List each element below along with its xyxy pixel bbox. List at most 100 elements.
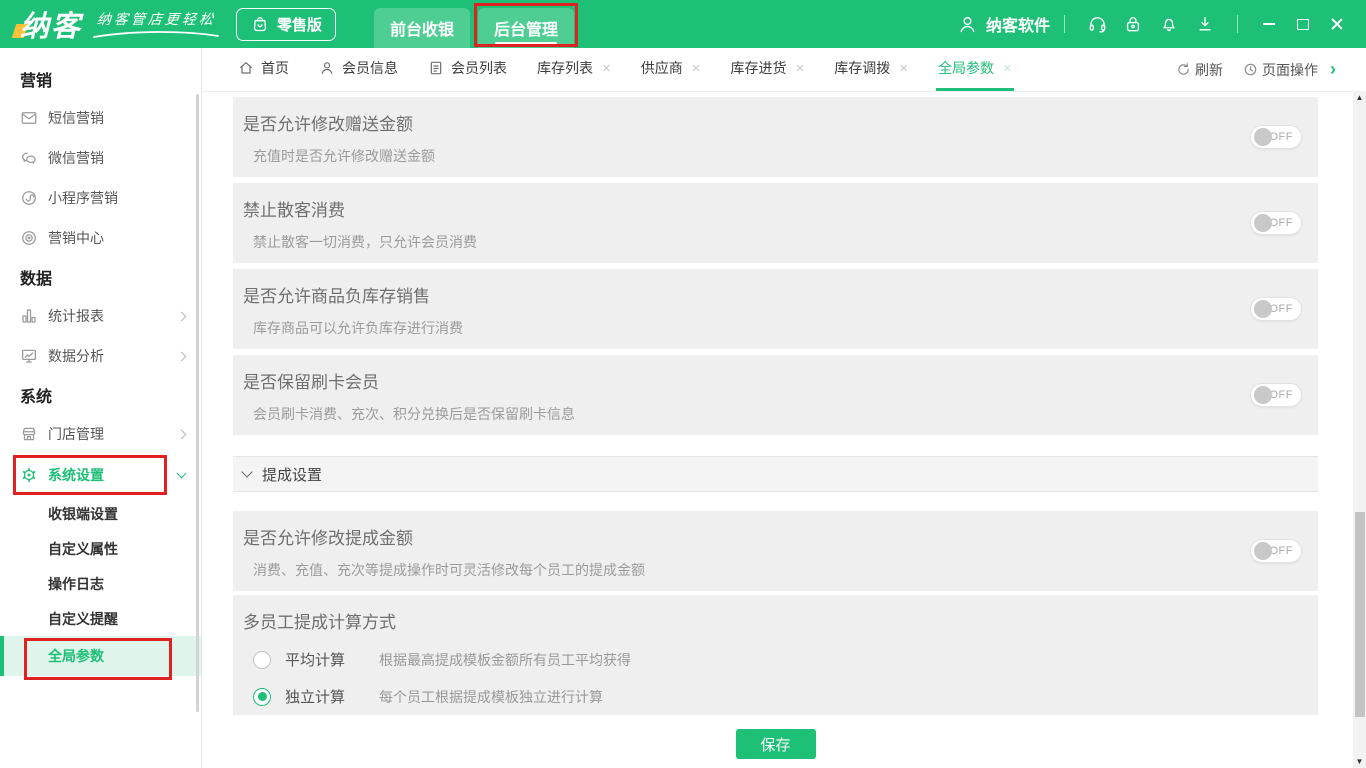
chevron-right-icon: [177, 429, 187, 439]
envelope-icon: [20, 109, 38, 127]
tab-stock-in[interactable]: 库存进货 ×: [729, 48, 807, 91]
tab-global-parameters[interactable]: 全局参数 ×: [936, 48, 1014, 91]
toggle-allow-negative-stock-sale[interactable]: OFF: [1250, 297, 1302, 321]
commission-settings-section-header[interactable]: 提成设置: [233, 456, 1318, 492]
window-maximize-button[interactable]: [1288, 9, 1318, 39]
tab-close-icon[interactable]: ×: [1003, 60, 1012, 77]
radio-label: 平均计算: [285, 649, 347, 670]
account-menu[interactable]: 纳客软件: [957, 12, 1050, 36]
chevron-right-icon: [177, 311, 187, 321]
sidebar-item-statistics-reports[interactable]: 统计报表: [0, 296, 201, 336]
header-right: 纳客软件: [957, 9, 1366, 39]
radio-button-average[interactable]: [253, 651, 271, 669]
scrollbar-thumb[interactable]: [1355, 512, 1365, 717]
tab-close-icon[interactable]: ×: [602, 60, 611, 77]
sidebar-item-data-analysis[interactable]: 数据分析: [0, 336, 201, 376]
support-headset-button[interactable]: [1082, 9, 1112, 39]
sidebar-subitem-custom-reminders[interactable]: 自定义提醒: [0, 601, 201, 636]
sidebar-section-marketing: 营销: [0, 60, 201, 98]
minimize-icon: [1263, 23, 1275, 25]
toggle-forbid-walkin-consumption[interactable]: OFF: [1250, 211, 1302, 235]
radio-button-independent[interactable]: [253, 688, 271, 706]
settings-panel: 是否允许修改赠送金额 充值时是否允许修改赠送金额 OFF 禁止散客消费 禁止散客…: [202, 92, 1366, 768]
chevron-down-icon: [177, 469, 187, 479]
toggle-state-label: OFF: [1270, 545, 1294, 557]
sidebar-item-miniprogram-marketing[interactable]: 小程序营销: [0, 178, 201, 218]
toggle-knob: [1254, 386, 1272, 404]
scroll-up-arrow-icon[interactable]: ▲: [1356, 94, 1364, 102]
page-operations-button[interactable]: 页面操作: [1243, 60, 1318, 80]
chevron-right-icon: [177, 351, 187, 361]
sidebar-scrollbar[interactable]: [196, 94, 199, 712]
toggle-state-label: OFF: [1270, 389, 1294, 401]
brand: 纳客 纳客管店更轻松: [14, 3, 220, 45]
setting-title: 是否保留刷卡会员: [243, 368, 1302, 393]
sidebar-subitem-custom-attributes[interactable]: 自定义属性: [0, 531, 201, 566]
headset-icon: [1087, 14, 1108, 35]
notifications-button[interactable]: [1154, 9, 1184, 39]
gear-icon: [20, 466, 38, 484]
toggle-state-label: OFF: [1270, 303, 1294, 315]
toggle-keep-swiped-member[interactable]: OFF: [1250, 383, 1302, 407]
sidebar-item-marketing-center[interactable]: 营销中心: [0, 218, 201, 258]
tab-close-icon[interactable]: ×: [899, 60, 908, 77]
sidebar-subitem-global-parameters[interactable]: 全局参数: [0, 636, 201, 676]
window-close-button[interactable]: [1322, 9, 1352, 39]
tab-home[interactable]: 首页: [236, 48, 291, 91]
sidebar-item-sms-marketing[interactable]: 短信营销: [0, 98, 201, 138]
sidebar-item-wechat-marketing[interactable]: 微信营销: [0, 138, 201, 178]
brand-tagline-wrap: 纳客管店更轻松: [92, 9, 220, 39]
save-button[interactable]: 保存: [736, 729, 816, 759]
account-label: 纳客软件: [986, 12, 1050, 36]
brand-tagline: 纳客管店更轻松: [95, 9, 216, 29]
sidebar-section-data: 数据: [0, 258, 201, 296]
setting-row-allow-modify-commission: 是否允许修改提成金额 消费、充值、充次等提成操作时可灵活修改每个员工的提成金额 …: [233, 511, 1318, 591]
tab-member-info[interactable]: 会员信息: [317, 48, 400, 91]
setting-description: 会员刷卡消费、充次、积分兑换后是否保留刷卡信息: [253, 404, 1302, 424]
setting-title: 是否允许商品负库存销售: [243, 282, 1302, 307]
setting-row-forbid-walkin-consumption: 禁止散客消费 禁止散客一切消费，只允许会员消费 OFF: [233, 183, 1318, 263]
tab-suppliers[interactable]: 供应商 ×: [639, 48, 703, 91]
tab-close-icon[interactable]: ×: [692, 60, 701, 77]
divider: [1237, 15, 1238, 33]
miniprogram-icon: [20, 189, 38, 207]
page-operations-icon: [1243, 62, 1258, 77]
download-button[interactable]: [1190, 9, 1220, 39]
tagline-swoosh: [92, 30, 220, 39]
radio-option-independent: 独立计算 每个员工根据提成模板独立进行计算: [253, 686, 1302, 707]
window-minimize-button[interactable]: [1254, 9, 1284, 39]
target-icon: [20, 229, 38, 247]
sidebar-subitem-pos-settings[interactable]: 收银端设置: [0, 496, 201, 531]
sidebar-item-system-settings[interactable]: 系统设置: [0, 454, 201, 496]
sidebar-item-store-management[interactable]: 门店管理: [0, 414, 201, 454]
monitor-icon: [20, 347, 38, 365]
toggle-knob: [1254, 542, 1272, 560]
toggle-allow-modify-gift-amount[interactable]: OFF: [1250, 125, 1302, 149]
toggle-allow-modify-commission[interactable]: OFF: [1250, 539, 1302, 563]
lock-button[interactable]: [1118, 9, 1148, 39]
nav-tab-front-cashier[interactable]: 前台收银: [374, 8, 470, 48]
edition-button[interactable]: 零售版: [236, 8, 336, 41]
scroll-down-arrow-icon[interactable]: ▼: [1356, 758, 1364, 766]
nav-tab-back-office[interactable]: 后台管理: [478, 8, 574, 48]
main-area: 首页 会员信息 会员列表 库存列表 ×: [202, 48, 1366, 768]
header-nav-tabs: 前台收银 后台管理: [374, 8, 574, 48]
radio-description: 根据最高提成模板金额所有员工平均获得: [379, 650, 631, 670]
setting-title: 是否允许修改赠送金额: [243, 110, 1302, 135]
bar-chart-icon: [20, 307, 38, 325]
refresh-button[interactable]: 刷新: [1176, 60, 1223, 80]
window-scrollbar[interactable]: ▲ ▼: [1353, 92, 1366, 768]
toggle-knob: [1254, 128, 1272, 146]
store-icon: [20, 425, 38, 443]
chevron-right-icon[interactable]: ›: [1330, 59, 1336, 80]
document-icon: [428, 60, 444, 76]
sidebar-subitem-operation-log[interactable]: 操作日志: [0, 566, 201, 601]
active-nav-underline: [495, 42, 557, 45]
setting-description: 禁止散客一切消费，只允许会员消费: [253, 232, 1302, 252]
tab-inventory-list[interactable]: 库存列表 ×: [535, 48, 613, 91]
tab-member-list[interactable]: 会员列表: [426, 48, 509, 91]
tab-close-icon[interactable]: ×: [796, 60, 805, 77]
tab-stock-transfer[interactable]: 库存调拨 ×: [832, 48, 910, 91]
radio-option-average: 平均计算 根据最高提成模板金额所有员工平均获得: [253, 649, 1302, 670]
download-icon: [1195, 14, 1215, 34]
